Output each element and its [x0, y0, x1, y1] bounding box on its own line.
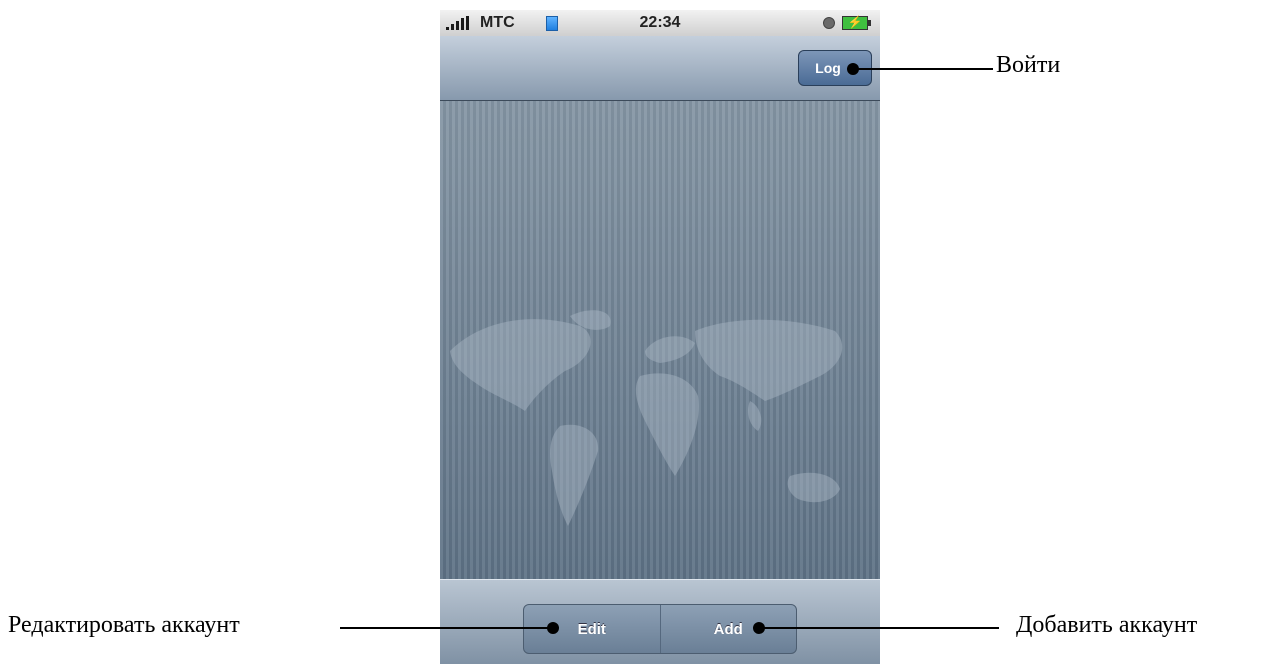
main-content: [440, 101, 880, 589]
edit-button[interactable]: Edit: [524, 605, 660, 653]
add-button[interactable]: Add: [659, 605, 797, 653]
add-callout-label: Добавить аккаунт: [1016, 612, 1198, 638]
edit-callout-dot: [547, 622, 559, 634]
phone-screen: МТС 22:34 ⚡ Log Edit Add: [440, 10, 880, 664]
alarm-icon: [823, 17, 835, 29]
status-time: 22:34: [639, 14, 681, 31]
login-callout-line: [853, 68, 993, 70]
add-callout-line: [759, 627, 999, 629]
login-callout-label: Войти: [996, 52, 1061, 78]
status-bar: МТС 22:34 ⚡: [440, 10, 880, 37]
world-map-image: [450, 310, 843, 526]
edit-callout-line: [340, 627, 553, 629]
edit-callout-label: Редактировать аккаунт: [8, 612, 240, 638]
bottom-toolbar: Edit Add: [440, 579, 880, 664]
battery-charging-icon: ⚡: [842, 15, 871, 30]
navigation-bar: Log: [440, 36, 880, 101]
